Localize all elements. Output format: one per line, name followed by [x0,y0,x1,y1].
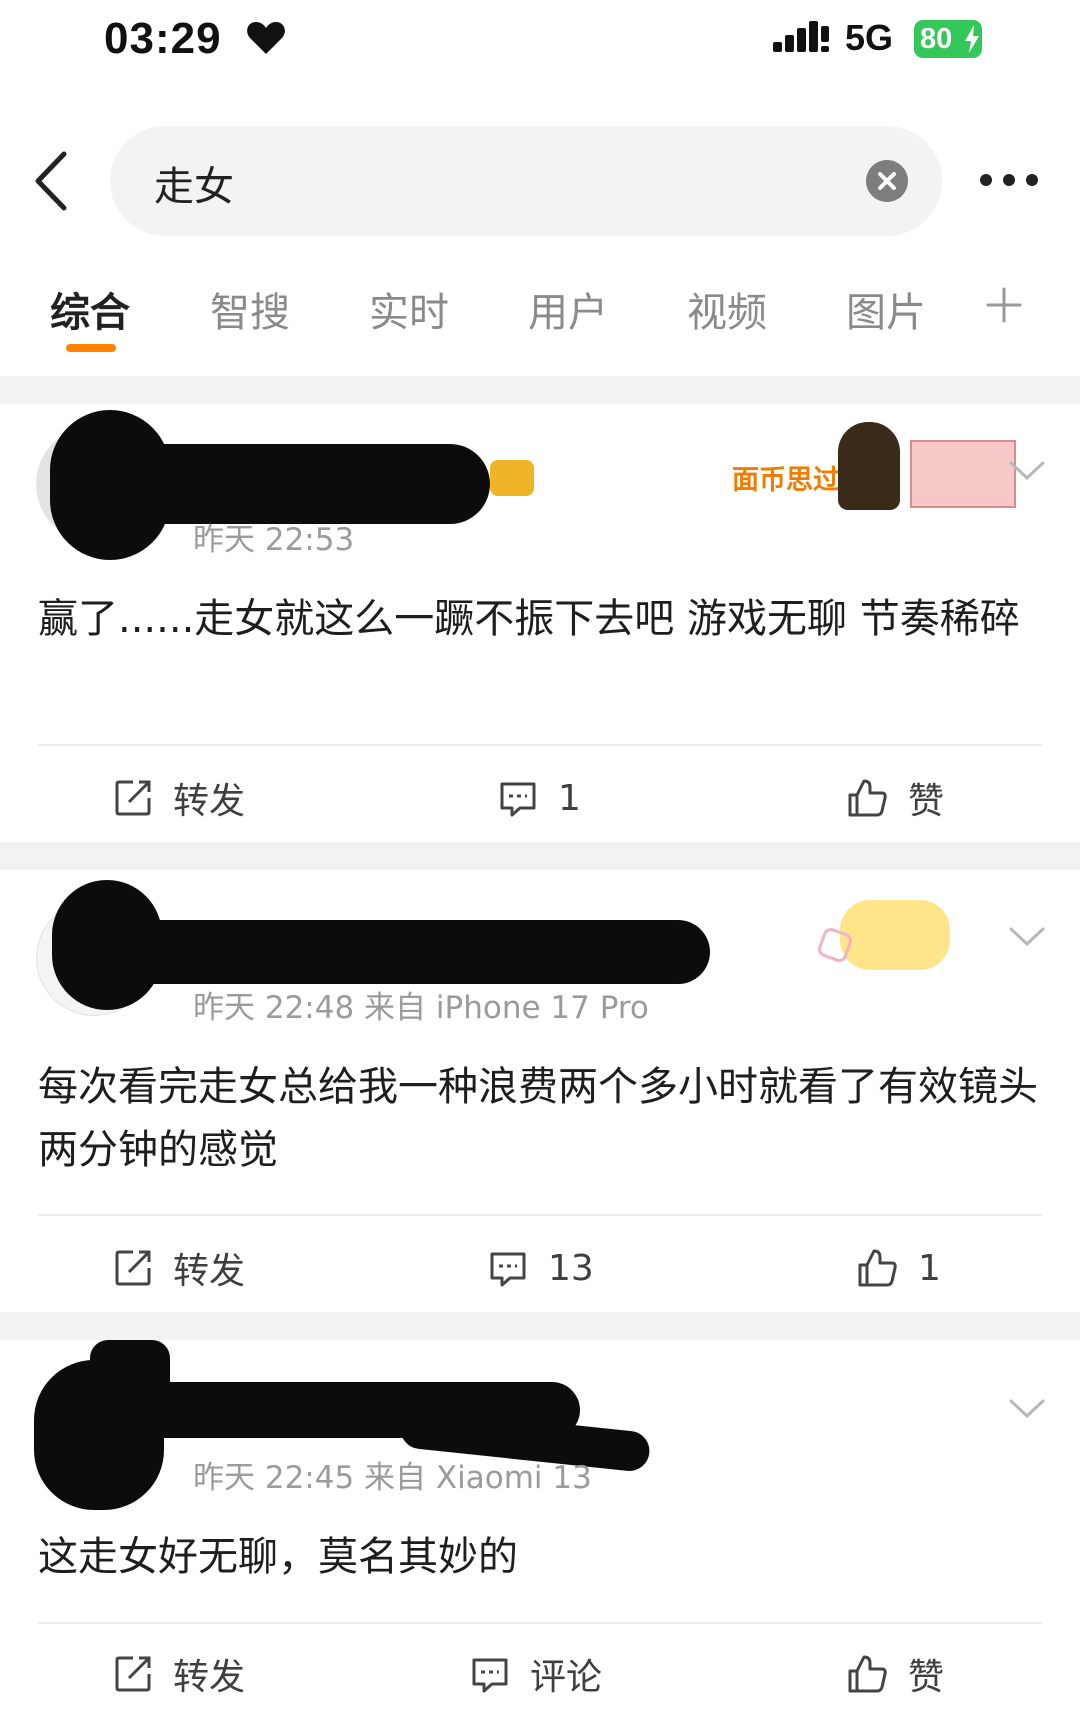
search-box[interactable]: 走女 [110,126,942,236]
comment-icon [472,1658,508,1693]
action-divider [38,1622,1042,1624]
cheese-sticker [840,900,950,970]
cartoon-character [838,422,900,510]
post-text[interactable]: 赢了......走女就这么一蹶不振下去吧 游戏无聊 节奏稀碎 [38,588,1038,651]
repost-button[interactable]: 转发 [113,1240,245,1296]
comment-icon [500,782,536,817]
plus-icon[interactable] [986,287,1022,323]
like-label: 赞 [908,781,945,822]
decorative-banner: 面币思过 [730,422,1020,512]
like-count: 1 [918,1247,941,1289]
post-meta: 昨天 22:53 [193,522,355,558]
repost-label: 转发 [173,1251,246,1292]
like-icon [858,1249,897,1287]
comment-count: 13 [548,1247,594,1289]
signal-icon [773,21,829,52]
banner-text: 面币思过 [732,465,840,496]
post-card[interactable]: 昨天 22:45 来自 Xiaomi 13 这走女好无聊，莫名其妙的 转发 评论… [0,1340,1080,1723]
action-divider [38,744,1042,746]
repost-icon [115,1250,151,1286]
search-input[interactable]: 走女 [154,154,234,212]
tab-users[interactable]: 用户 [528,280,608,338]
post-text[interactable]: 这走女好无聊，莫名其妙的 [38,1526,1038,1589]
feed-divider [0,1312,1080,1340]
charging-bolt-icon [965,25,979,53]
chevron-down-icon[interactable] [1008,460,1046,482]
tab-comprehensive[interactable]: 综合 [50,280,130,338]
action-divider [38,1214,1042,1216]
battery-level: 80 [920,23,953,55]
post-meta: 昨天 22:48 来自 iPhone 17 Pro [193,990,649,1026]
tab-realtime[interactable]: 实时 [369,280,449,338]
heart-icon [247,22,285,54]
tab-smart-search[interactable]: 智搜 [210,280,290,338]
like-icon [848,1655,887,1693]
comment-button[interactable]: 1 [498,770,581,826]
like-button[interactable]: 赞 [846,770,944,826]
chevron-down-icon[interactable] [1008,1398,1046,1420]
comment-label: 评论 [530,1657,603,1698]
feed-divider [0,842,1080,870]
like-button[interactable]: 1 [856,1240,941,1296]
tab-videos[interactable]: 视频 [687,280,767,338]
feed-divider [0,376,1080,404]
comment-icon [490,1252,526,1287]
more-icon[interactable] [976,170,1042,190]
comment-count: 1 [558,777,581,819]
active-tab-indicator [66,344,116,352]
redaction-mark [90,444,490,524]
member-badge-icon [490,460,534,496]
like-label: 赞 [908,1657,945,1698]
post-card[interactable]: 面币思过 昨天 22:53 赢了......走女就这么一蹶不振下去吧 游戏无聊 … [0,404,1080,842]
comment-button[interactable]: 评论 [470,1646,602,1702]
like-icon [848,779,887,817]
post-meta: 昨天 22:45 来自 Xiaomi 13 [193,1460,592,1496]
repost-button[interactable]: 转发 [113,770,245,826]
repost-label: 转发 [173,781,246,822]
repost-button[interactable]: 转发 [113,1646,245,1702]
decorative-sticker [815,890,970,978]
repost-label: 转发 [173,1657,246,1698]
redaction-mark [120,920,710,984]
tab-images[interactable]: 图片 [846,280,926,338]
clear-icon[interactable] [866,160,908,202]
comment-button[interactable]: 13 [488,1240,594,1296]
chevron-down-icon[interactable] [1008,926,1046,948]
search-tabs: 综合 智搜 实时 用户 视频 图片 [0,270,1080,370]
repost-icon [115,780,151,816]
network-type: 5G [845,17,894,58]
post-card[interactable]: 昨天 22:48 来自 iPhone 17 Pro 每次看完走女总给我一种浪费两… [0,870,1080,1312]
repost-icon [115,1656,151,1692]
battery-indicator: 80 [914,20,982,58]
back-icon[interactable] [30,150,70,212]
like-button[interactable]: 赞 [846,1646,944,1702]
money-stack [910,440,1016,508]
status-bar: 03:29 5G 80 [0,0,1080,90]
status-time: 03:29 [104,14,222,63]
post-text[interactable]: 每次看完走女总给我一种浪费两个多小时就看了有效镜头两分钟的感觉 [38,1056,1038,1182]
